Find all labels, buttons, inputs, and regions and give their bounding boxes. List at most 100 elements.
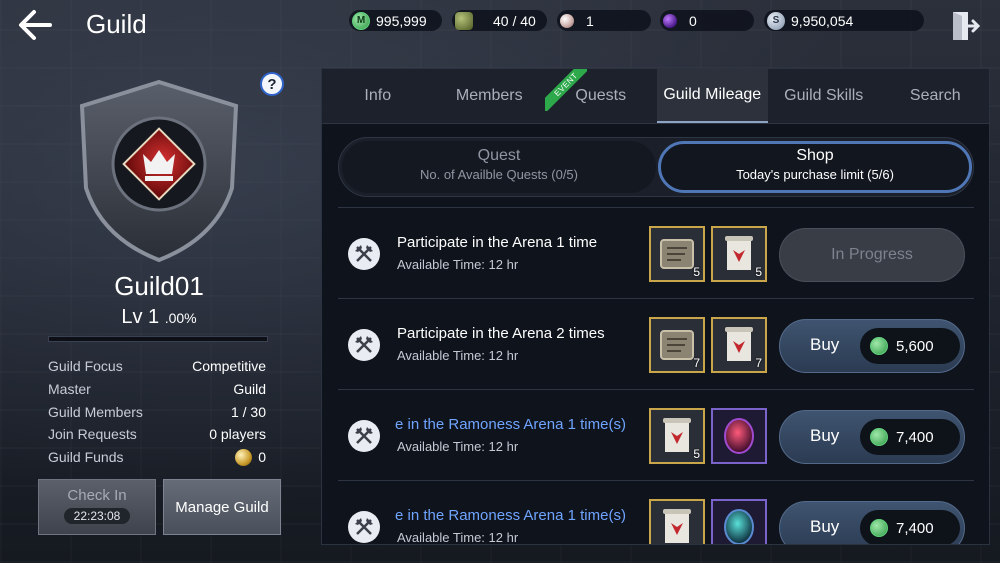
tablet-icon[interactable]: 7 <box>649 317 705 373</box>
scroll-icon[interactable]: 5 <box>711 226 767 282</box>
price-tag: 7,400 <box>860 419 960 455</box>
currency-pearl[interactable]: 1 <box>557 10 651 31</box>
price-value: 5,600 <box>896 337 934 355</box>
buy-label: Buy <box>810 517 840 536</box>
silver-icon: S <box>767 11 785 30</box>
item-quantity: 7 <box>755 356 762 370</box>
buy-label: Buy <box>810 335 840 354</box>
tab-quests[interactable]: EVENT Quests <box>545 69 657 123</box>
currency-silver[interactable]: S 9,950,054 <box>764 10 924 31</box>
scroll-icon[interactable]: 7 <box>711 317 767 373</box>
currency-value: 40 / 40 <box>493 12 536 29</box>
buy-button[interactable]: Buy 5,600 <box>779 319 965 373</box>
currency-value: 9,950,054 <box>791 12 854 29</box>
funds-value: 0 <box>258 449 266 466</box>
shop-list: Participate in the Arena 1 time Availabl… <box>338 207 974 544</box>
toggle-subtitle: No. of Availble Quests (0/5) <box>419 167 578 182</box>
tab-label: Search <box>909 87 961 104</box>
page-title: Guild <box>86 9 147 39</box>
item-quantity: 5 <box>693 447 700 461</box>
top-bar: Guild M 995,999 40 / 40 1 0 S 9,950,054 <box>0 0 1000 52</box>
stat-guild-focus: Guild Focus Competitive <box>48 355 266 378</box>
tab-label: Members <box>455 87 523 104</box>
tab-search[interactable]: Search <box>880 69 990 123</box>
xp-bar <box>48 336 268 342</box>
row-subtitle: Available Time: 12 hr <box>397 439 519 454</box>
guild-name: Guild01 <box>114 271 204 301</box>
check-in-label: Check In <box>67 487 127 504</box>
item-quantity: 5 <box>693 265 700 279</box>
currency-stamina[interactable]: 40 / 40 <box>452 10 547 31</box>
tab-info[interactable]: Info <box>322 69 434 123</box>
help-button[interactable]: ? <box>260 72 284 96</box>
stat-value: 0 <box>235 448 266 466</box>
stat-value: Guild <box>233 381 266 398</box>
shop-toggle-button[interactable]: Shop Today's purchase limit (5/6) <box>658 141 972 193</box>
tab-guild-skills[interactable]: Guild Skills <box>768 69 880 123</box>
shop-row: Participate in the Arena 2 times Availab… <box>338 298 974 389</box>
tab-label: Guild Skills <box>784 87 864 104</box>
tab-bar: Info Members EVENT Quests Guild Mileage … <box>322 69 990 124</box>
mileage-icon: M <box>352 11 370 30</box>
stat-label: Join Requests <box>48 426 137 443</box>
currency-orb[interactable]: 0 <box>660 10 754 31</box>
red-gem-icon[interactable] <box>711 408 767 464</box>
buy-label: Buy <box>810 426 840 445</box>
event-badge-label: EVENT <box>545 69 587 111</box>
stat-value: 0 players <box>209 426 266 443</box>
toggle-subtitle: Today's purchase limit (5/6) <box>736 167 894 182</box>
shop-row: e in the Ramoness Arena 1 time(s) Availa… <box>338 389 974 480</box>
guild-panel: Info Members EVENT Quests Guild Mileage … <box>321 68 990 545</box>
price-value: 7,400 <box>896 428 934 446</box>
crossed-axes-icon <box>348 511 380 543</box>
tab-label: Info <box>364 87 392 104</box>
scroll-icon[interactable]: 5 <box>649 408 705 464</box>
back-arrow-icon[interactable] <box>16 8 56 42</box>
manage-guild-button[interactable]: Manage Guild <box>163 479 281 535</box>
exit-door-icon[interactable] <box>950 10 981 42</box>
gold-coin-icon <box>235 448 253 466</box>
row-title: Participate in the Arena 2 times <box>397 325 605 342</box>
row-title: Participate in the Arena 1 time <box>397 234 598 251</box>
shop-row: Participate in the Arena 1 time Availabl… <box>338 207 974 298</box>
scroll-icon[interactable] <box>649 499 705 544</box>
mileage-icon <box>870 337 888 355</box>
guild-stats: Guild Focus Competitive Master Guild Gui… <box>48 355 266 468</box>
row-subtitle: Available Time: 12 hr <box>397 257 519 272</box>
currency-value: 995,999 <box>376 12 427 29</box>
mileage-icon <box>870 519 888 537</box>
mileage-icon <box>870 428 888 446</box>
tablet-icon[interactable]: 5 <box>649 226 705 282</box>
tab-members[interactable]: Members <box>434 69 546 123</box>
event-badge: EVENT <box>545 69 587 111</box>
crossed-axes-icon <box>348 329 380 361</box>
stat-label: Master <box>48 381 91 398</box>
row-title: e in the Ramoness Arena 1 time(s) <box>395 507 626 524</box>
toggle-title: Quest <box>477 147 521 164</box>
item-quantity: 5 <box>755 265 762 279</box>
stat-value: Competitive <box>192 358 266 375</box>
guild-level: Lv 1 .00% <box>0 306 318 329</box>
currency-mileage[interactable]: M 995,999 <box>349 10 442 31</box>
price-tag: 7,400 <box>860 510 960 544</box>
in-progress-button[interactable]: In Progress <box>779 228 965 282</box>
currency-value: 0 <box>689 12 697 29</box>
check-in-button[interactable]: Check In 22:23:08 <box>38 479 156 535</box>
tab-label: Guild Mileage <box>663 86 762 103</box>
tab-guild-mileage[interactable]: Guild Mileage <box>656 69 768 123</box>
row-subtitle: Available Time: 12 hr <box>397 348 519 363</box>
pearl-icon <box>560 13 574 28</box>
teal-gem-icon[interactable] <box>711 499 767 544</box>
check-in-timer: 22:23:08 <box>63 508 131 524</box>
stat-master: Master Guild <box>48 378 266 401</box>
shield-icon <box>79 79 239 263</box>
buy-button[interactable]: Buy 7,400 <box>779 410 965 464</box>
stat-label: Guild Funds <box>48 449 124 466</box>
buy-button[interactable]: Buy 7,400 <box>779 501 965 544</box>
stamina-icon <box>455 11 473 30</box>
level-percent: .00% <box>164 310 197 326</box>
toggle-title: Shop <box>796 147 834 164</box>
quest-toggle-button[interactable]: Quest No. of Availble Quests (0/5) <box>342 141 656 193</box>
quest-shop-toggle: Quest No. of Availble Quests (0/5) Shop … <box>338 137 974 197</box>
stat-label: Guild Members <box>48 403 143 420</box>
